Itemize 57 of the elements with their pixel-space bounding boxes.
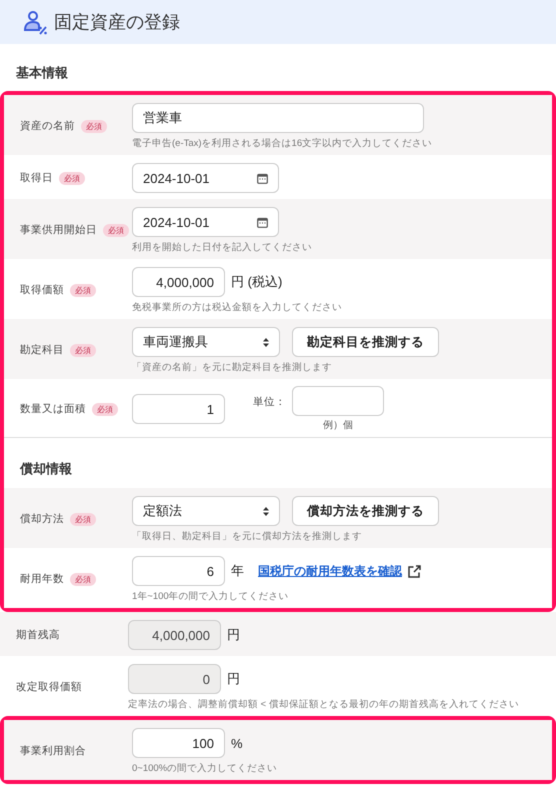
required-badge: 必須 [70, 284, 96, 296]
required-badge: 必須 [92, 402, 118, 416]
field-label: 事業利用割合 [20, 744, 86, 758]
required-badge: 必須 [70, 344, 96, 356]
hint-text: 「資産の名前」を元に勘定科目を推測します [132, 361, 333, 374]
field-label: 改定取得価額 [16, 680, 82, 694]
date-field[interactable]: 2024-10-01 [132, 207, 279, 237]
hint-text: 「取得日、勘定科目」を元に償却方法を推測します [132, 530, 363, 543]
select-dropdown[interactable]: 車両運搬具 [132, 327, 280, 357]
date-field[interactable]: 2024-10-01 [132, 163, 279, 193]
hint-text: 利用を開始した日付を記入してください [132, 241, 313, 254]
number-field[interactable]: 1 [132, 394, 225, 424]
readonly-field: 4,000,000 [128, 620, 221, 650]
required-badge: 必須 [81, 120, 107, 132]
number-field[interactable]: 100 [132, 728, 225, 758]
field-label: 数量又は面積 [20, 402, 86, 416]
unit-label: 年 [231, 562, 244, 580]
field-label: 資産の名前 [20, 119, 75, 133]
hint-text: 0~100%の間で入力してください [132, 762, 278, 775]
field-label: 期首残高 [16, 628, 60, 642]
updown-caret-icon [263, 338, 269, 346]
select-dropdown[interactable]: 定額法 [132, 496, 280, 526]
unit-label: 単位： [253, 395, 286, 409]
unit-label: % [231, 736, 243, 750]
field-label: 取得価額 [20, 283, 64, 297]
section-heading: 基本情報 [15, 64, 69, 82]
text-field[interactable]: 営業車 [132, 103, 424, 133]
guess-button[interactable]: 勘定科目を推測する [292, 327, 439, 357]
number-field[interactable]: 6 [132, 556, 225, 586]
field-label: 事業供用開始日 [20, 223, 97, 237]
unit-label: 円 (税込) [231, 273, 282, 291]
required-badge: 必須 [59, 172, 85, 184]
page-title: 固定資産の登録 [54, 11, 180, 34]
external-link-icon [408, 564, 421, 578]
readonly-field: 0 [128, 664, 221, 694]
required-badge: 必須 [103, 224, 129, 236]
hint-text: 定率法の場合、調整前償却額 < 償却保証額となる最初の年の期首残高を入れてください [128, 698, 520, 711]
user-percent-icon [22, 9, 48, 35]
unit-field[interactable] [292, 386, 384, 416]
required-badge: 必須 [70, 512, 96, 526]
required-badge: 必須 [70, 572, 96, 586]
hint-text: 電子申告(e-Tax)を利用される場合は16文字以内で入力してください [132, 137, 434, 150]
field-label: 勘定科目 [20, 343, 64, 357]
field-label: 耐用年数 [20, 572, 64, 586]
guess-button[interactable]: 償却方法を推測する [292, 496, 439, 526]
example-note: 例）個 [323, 419, 353, 432]
updown-caret-icon [263, 506, 269, 516]
calendar-icon [257, 172, 268, 184]
unit-label: 円 [227, 626, 240, 644]
calendar-icon [257, 216, 268, 228]
field-label: 取得日 [20, 171, 53, 185]
hint-text: 免税事業所の方は税込金額を入力してください [132, 301, 343, 314]
table-link[interactable]: 国税庁の耐用年数表を確認 [258, 562, 402, 580]
field-label: 償却方法 [20, 512, 64, 526]
unit-label: 円 [227, 670, 240, 688]
hint-text: 1年~100年の間で入力してください [132, 590, 290, 603]
number-field[interactable]: 4,000,000 [132, 267, 225, 297]
